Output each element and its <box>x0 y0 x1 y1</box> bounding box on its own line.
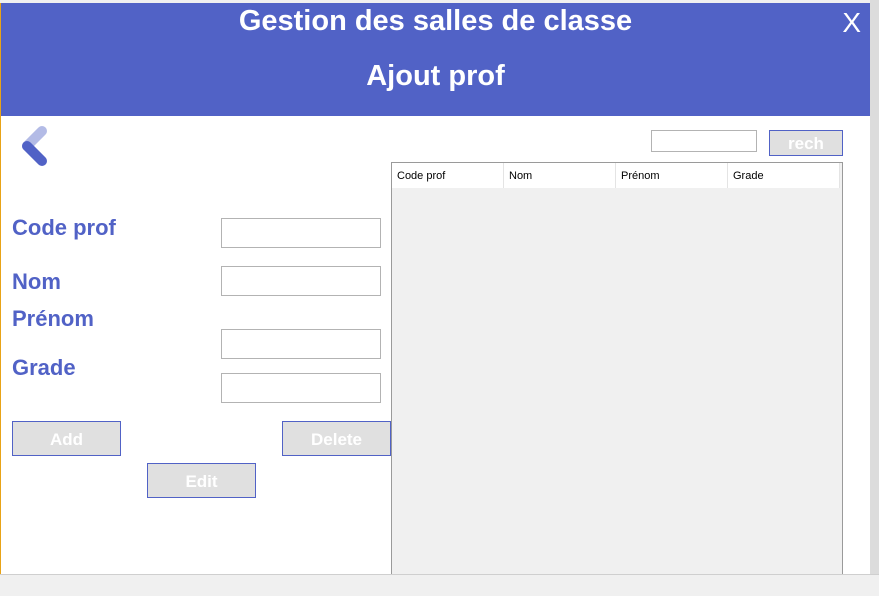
bottom-bar <box>0 574 879 596</box>
column-header-nom[interactable]: Nom <box>504 163 616 188</box>
close-button[interactable]: X <box>842 6 861 40</box>
code-prof-label: Code prof <box>12 215 116 240</box>
column-header-grade[interactable]: Grade <box>728 163 840 188</box>
page-subtitle: Ajout prof <box>366 60 505 92</box>
search-button[interactable]: rech <box>769 130 843 156</box>
column-header-code-prof[interactable]: Code prof <box>392 163 504 188</box>
chevron-left-icon <box>22 126 47 166</box>
prenom-field[interactable] <box>221 329 381 359</box>
edit-button[interactable]: Edit <box>147 463 256 498</box>
code-prof-field[interactable] <box>221 218 381 248</box>
prenom-label: Prénom <box>12 306 94 331</box>
main-window: Gestion des salles de classe Ajout prof … <box>0 3 870 577</box>
nom-field[interactable] <box>221 266 381 296</box>
window-scrollbar[interactable] <box>870 0 879 574</box>
search-input[interactable] <box>651 130 757 152</box>
grade-field[interactable] <box>221 373 381 403</box>
back-button[interactable] <box>19 124 53 170</box>
grade-label: Grade <box>12 355 76 380</box>
page-title: Gestion des salles de classe <box>238 5 633 37</box>
add-button[interactable]: Add <box>12 421 121 456</box>
nom-label: Nom <box>12 269 61 294</box>
prof-table[interactable]: Code prof Nom Prénom Grade <box>391 162 843 577</box>
delete-button[interactable]: Delete <box>282 421 391 456</box>
column-header-prenom[interactable]: Prénom <box>616 163 728 188</box>
table-header: Code prof Nom Prénom Grade <box>392 163 840 189</box>
header-bar: Gestion des salles de classe Ajout prof … <box>1 3 870 116</box>
